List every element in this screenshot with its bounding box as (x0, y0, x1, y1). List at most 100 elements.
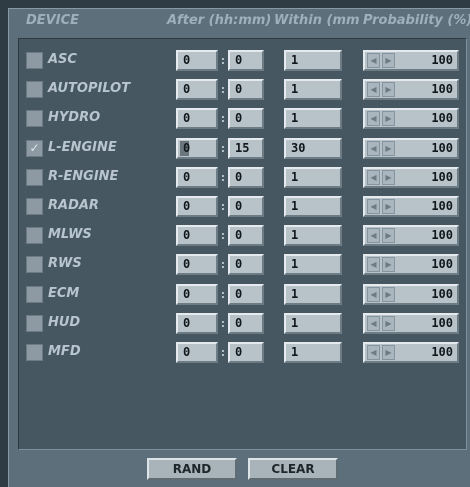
within-minutes-value: 1 (291, 257, 299, 272)
after-hours-field[interactable]: 0 (176, 254, 218, 276)
rand-button[interactable]: RAND (147, 458, 237, 480)
after-hours-field[interactable]: 0 (176, 283, 218, 305)
within-minutes-field[interactable]: 1 (284, 196, 342, 217)
within-minutes-field[interactable]: 30 (284, 137, 342, 159)
chevron-right-icon[interactable]: ▶ (382, 228, 395, 244)
after-minutes-field[interactable]: 0 (228, 196, 264, 217)
after-minutes-field[interactable]: 0 (228, 166, 264, 188)
device-row: ECM 0:0 1 ◀ ▶ 100 (19, 283, 466, 306)
time-separator: : (220, 258, 226, 272)
chevron-left-icon[interactable]: ◀ (367, 53, 380, 68)
device-name: ECM (48, 285, 80, 301)
after-hours-field[interactable]: 0 (176, 79, 218, 101)
header-after: After (hh:mm) (167, 13, 272, 28)
chevron-right-icon[interactable]: ▶ (382, 53, 395, 68)
device-row: HUD 0:0 1 ◀ ▶ 100 (19, 312, 466, 335)
within-minutes-field[interactable]: 1 (284, 254, 342, 276)
after-minutes-field[interactable]: 0 (228, 108, 264, 130)
chevron-right-icon[interactable]: ▶ (382, 199, 395, 214)
within-minutes-field[interactable]: 1 (284, 312, 342, 334)
after-minutes-value: 0 (235, 345, 243, 359)
chevron-left-icon[interactable]: ◀ (367, 169, 380, 185)
within-minutes-field[interactable]: 1 (284, 79, 342, 101)
after-hours-field[interactable]: 0 (176, 137, 218, 159)
after-minutes-field[interactable]: 0 (228, 283, 264, 305)
after-hours-field[interactable]: 0 (176, 312, 218, 334)
device-row: ✓ L-ENGINE 0:15 30 ◀ ▶ 100 (19, 137, 466, 160)
device-checkbox[interactable] (26, 81, 43, 99)
chevron-left-icon[interactable]: ◀ (367, 82, 380, 98)
chevron-left-icon[interactable]: ◀ (367, 315, 380, 331)
after-minutes-field[interactable]: 0 (228, 342, 264, 363)
after-hours-value: 0 (183, 345, 191, 359)
probability-stepper: ◀ ▶ 100 (363, 108, 459, 130)
device-checkbox[interactable] (26, 110, 43, 128)
device-checkbox[interactable] (26, 344, 43, 361)
chevron-right-icon[interactable]: ▶ (382, 315, 395, 331)
after-hours-field[interactable]: 0 (176, 196, 218, 217)
probability-stepper: ◀ ▶ 100 (363, 50, 459, 71)
chevron-right-icon[interactable]: ▶ (382, 345, 395, 360)
after-hours-field[interactable]: 0 (176, 225, 218, 247)
within-minutes-field[interactable]: 1 (284, 225, 342, 247)
probability-value: 100 (431, 257, 453, 272)
device-checkbox[interactable] (26, 256, 43, 274)
probability-value: 100 (431, 199, 453, 213)
after-minutes-field[interactable]: 15 (228, 137, 264, 159)
after-minutes-field[interactable]: 0 (228, 79, 264, 101)
device-row: AUTOPILOT 0:0 1 ◀ ▶ 100 (19, 78, 466, 101)
device-row: MLWS 0:0 1 ◀ ▶ 100 (19, 224, 466, 247)
chevron-right-icon[interactable]: ▶ (382, 169, 395, 185)
chevron-left-icon[interactable]: ◀ (367, 345, 380, 360)
within-minutes-field[interactable]: 1 (284, 50, 342, 71)
after-minutes-field[interactable]: 0 (228, 225, 264, 247)
probability-stepper: ◀ ▶ 100 (363, 225, 459, 247)
chevron-right-icon[interactable]: ▶ (382, 257, 395, 273)
chevron-right-icon[interactable]: ▶ (382, 286, 395, 302)
after-hours-field[interactable]: 0 (176, 342, 218, 363)
device-checkbox[interactable] (26, 227, 43, 245)
probability-stepper: ◀ ▶ 100 (363, 342, 459, 363)
within-minutes-field[interactable]: 1 (284, 342, 342, 363)
after-minutes-value: 0 (235, 257, 243, 272)
within-minutes-field[interactable]: 1 (284, 283, 342, 305)
device-checkbox[interactable]: ✓ (26, 139, 43, 157)
within-minutes-field[interactable]: 1 (284, 166, 342, 188)
device-checkbox[interactable] (26, 314, 43, 332)
chevron-left-icon[interactable]: ◀ (367, 111, 380, 127)
after-minutes-field[interactable]: 0 (228, 254, 264, 276)
time-separator: : (220, 200, 226, 213)
chevron-left-icon[interactable]: ◀ (367, 140, 380, 156)
probability-stepper: ◀ ▶ 100 (363, 79, 459, 101)
chevron-left-icon[interactable]: ◀ (367, 199, 380, 214)
after-hours-field[interactable]: 0 (176, 166, 218, 188)
device-checkbox[interactable] (26, 52, 43, 69)
device-checkbox[interactable] (26, 198, 43, 215)
probability-value: 100 (431, 53, 453, 67)
device-checkbox[interactable] (26, 285, 43, 303)
within-minutes-field[interactable]: 1 (284, 108, 342, 130)
after-minutes-field[interactable]: 0 (228, 50, 264, 71)
after-hours-value: 0 (183, 82, 191, 97)
chevron-left-icon[interactable]: ◀ (367, 257, 380, 273)
chevron-right-icon[interactable]: ▶ (382, 140, 395, 156)
probability-value: 100 (431, 111, 453, 126)
chevron-right-icon[interactable]: ▶ (382, 82, 395, 98)
device-row: RWS 0:0 1 ◀ ▶ 100 (19, 253, 466, 276)
device-row: ASC 0:0 1 ◀ ▶ 100 (19, 49, 466, 72)
clear-button[interactable]: CLEAR (248, 458, 338, 480)
device-checkbox[interactable] (26, 168, 43, 186)
after-minutes-field[interactable]: 0 (228, 312, 264, 334)
chevron-left-icon[interactable]: ◀ (367, 228, 380, 244)
within-minutes-value: 1 (291, 169, 299, 184)
header-within: Within (mm (274, 13, 360, 28)
device-name: R-ENGINE (48, 168, 119, 184)
device-name: MLWS (48, 227, 92, 243)
header-probability: Probability (%) (363, 13, 470, 28)
after-hours-field[interactable]: 0 (176, 108, 218, 130)
chevron-right-icon[interactable]: ▶ (382, 111, 395, 127)
after-hours-field[interactable]: 0 (176, 50, 218, 71)
probability-value: 100 (431, 315, 453, 330)
time-separator: : (220, 229, 226, 243)
chevron-left-icon[interactable]: ◀ (367, 286, 380, 302)
